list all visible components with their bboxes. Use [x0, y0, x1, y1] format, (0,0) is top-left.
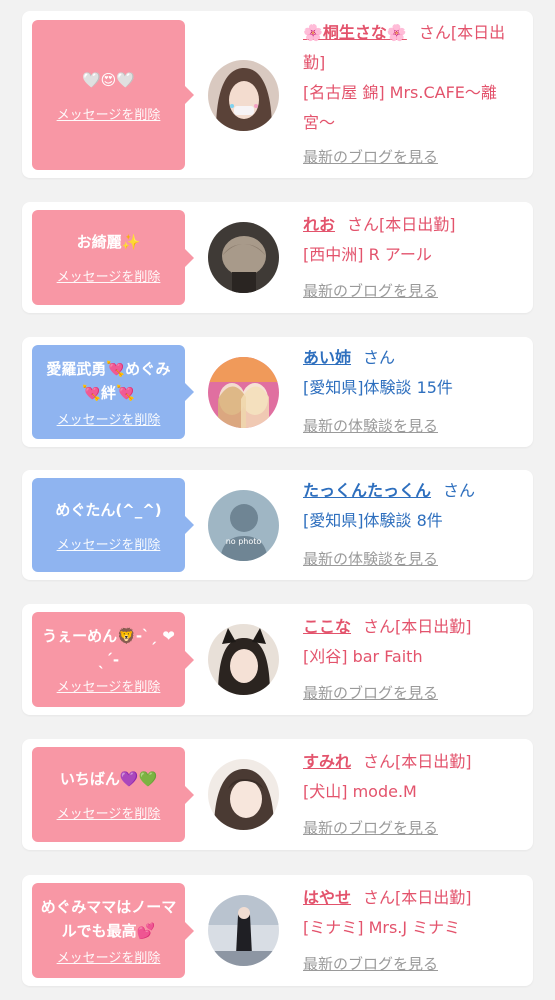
- user-info: れお さん[本日出勤] [西中洲] R アール: [303, 210, 523, 270]
- avatar[interactable]: [208, 624, 279, 695]
- shop-detail[interactable]: [西中洲] R アール: [303, 245, 432, 264]
- message-text: めぐみママはノーマルでも最高💕: [40, 898, 177, 940]
- message-card: お綺麗✨ メッセージを削除 れお さん[本日出勤] [西中洲] R アール 最新の…: [22, 202, 533, 313]
- username-link[interactable]: れお: [303, 215, 335, 234]
- message-bubble: めぐみママはノーマルでも最高💕 メッセージを削除: [32, 883, 194, 978]
- username-link[interactable]: あい姉: [303, 348, 351, 367]
- message-text: うぇーめん🦁-ˋˏ ❤︎ ˎˊ-: [42, 627, 175, 669]
- user-info: はやせ さん[本日出勤] [ミナミ] Mrs.J ミナミ: [303, 883, 523, 943]
- message-card: めぐみママはノーマルでも最高💕 メッセージを削除 はやせ さん[本日出勤] [ミナ…: [22, 875, 533, 986]
- username-link[interactable]: 🌸桐生さな🌸: [303, 23, 407, 42]
- review-count: [愛知県]体験談 8件: [303, 511, 443, 530]
- message-bubble: いちばん💜💚 メッセージを削除: [32, 747, 194, 842]
- latest-review-link[interactable]: 最新の体験談を見る: [303, 415, 438, 436]
- delete-message-link[interactable]: メッセージを削除: [57, 266, 161, 285]
- username-link[interactable]: すみれ: [303, 752, 351, 771]
- latest-blog-link[interactable]: 最新のブログを見る: [303, 146, 438, 167]
- message-text: いちばん💜💚: [59, 770, 158, 788]
- honorific: さん: [363, 617, 396, 636]
- user-info: すみれ さん[本日出勤] [犬山] mode.M: [303, 747, 523, 807]
- message-card: 🤍😍🤍 メッセージを削除 🌸桐生さな🌸 さん[本日出勤] [名古屋 錦] Mrs.…: [22, 11, 533, 178]
- username-link[interactable]: ここな: [303, 617, 351, 636]
- user-info: あい姉 さん [愛知県]体験談 15件: [303, 343, 523, 403]
- message-text: 愛羅武勇💘めぐみ💘絆💘: [46, 359, 171, 402]
- honorific: さん: [418, 23, 451, 42]
- message-card: うぇーめん🦁-ˋˏ ❤︎ ˎˊ- メッセージを削除 ここな さん[本日出勤] [刈…: [22, 604, 533, 715]
- delete-message-link[interactable]: メッセージを削除: [57, 947, 161, 966]
- delete-message-link[interactable]: メッセージを削除: [57, 534, 161, 553]
- latest-blog-link[interactable]: 最新のブログを見る: [303, 280, 438, 301]
- work-status: [本日出勤]: [395, 617, 472, 636]
- message-card: いちばん💜💚 メッセージを削除 すみれ さん[本日出勤] [犬山] mode.M …: [22, 739, 533, 850]
- shop-detail[interactable]: [犬山] mode.M: [303, 782, 417, 801]
- message-card: めぐたん(^_^) メッセージを削除 no photo たっくんたっくん さん […: [22, 470, 533, 580]
- honorific: さん: [363, 348, 396, 367]
- user-info: ここな さん[本日出勤] [刈谷] bar Faith: [303, 612, 523, 672]
- user-info: たっくんたっくん さん [愛知県]体験談 8件: [303, 476, 523, 536]
- latest-blog-link[interactable]: 最新のブログを見る: [303, 953, 438, 974]
- latest-review-link[interactable]: 最新の体験談を見る: [303, 548, 438, 569]
- shop-detail[interactable]: [刈谷] bar Faith: [303, 647, 423, 666]
- work-status: [本日出勤]: [379, 215, 456, 234]
- message-text: お綺麗✨: [76, 233, 141, 251]
- latest-blog-link[interactable]: 最新のブログを見る: [303, 682, 438, 703]
- review-count: [愛知県]体験談 15件: [303, 378, 453, 397]
- user-info: 🌸桐生さな🌸 さん[本日出勤] [名古屋 錦] Mrs.CAFE〜離宮〜: [303, 18, 523, 138]
- honorific: さん: [363, 888, 396, 907]
- avatar[interactable]: [208, 759, 279, 830]
- honorific: さん: [347, 215, 380, 234]
- avatar[interactable]: [208, 357, 279, 428]
- message-bubble: うぇーめん🦁-ˋˏ ❤︎ ˎˊ- メッセージを削除: [32, 612, 194, 707]
- message-text: 🤍😍🤍: [82, 70, 135, 89]
- delete-message-link[interactable]: メッセージを削除: [57, 104, 161, 123]
- honorific: さん: [363, 752, 396, 771]
- username-link[interactable]: はやせ: [303, 888, 351, 907]
- delete-message-link[interactable]: メッセージを削除: [57, 409, 161, 428]
- shop-detail[interactable]: [名古屋 錦] Mrs.CAFE〜離宮〜: [303, 83, 497, 132]
- message-card: 愛羅武勇💘めぐみ💘絆💘 メッセージを削除 あい姉 さん [愛知県]体験談 15件 …: [22, 337, 533, 447]
- honorific: さん: [443, 481, 476, 500]
- avatar[interactable]: [208, 895, 279, 966]
- shop-detail[interactable]: [ミナミ] Mrs.J ミナミ: [303, 918, 460, 937]
- work-status: [本日出勤]: [395, 888, 472, 907]
- message-bubble: 🤍😍🤍 メッセージを削除: [32, 20, 194, 170]
- message-bubble: めぐたん(^_^) メッセージを削除: [32, 478, 194, 572]
- message-bubble: お綺麗✨ メッセージを削除: [32, 210, 194, 305]
- delete-message-link[interactable]: メッセージを削除: [57, 803, 161, 822]
- message-text: めぐたん(^_^): [55, 500, 162, 519]
- avatar[interactable]: no photo: [208, 490, 279, 561]
- username-link[interactable]: たっくんたっくん: [303, 481, 431, 500]
- work-status: [本日出勤]: [395, 752, 472, 771]
- no-photo-label: no photo: [226, 537, 262, 546]
- avatar[interactable]: [208, 60, 279, 131]
- message-bubble: 愛羅武勇💘めぐみ💘絆💘 メッセージを削除: [32, 345, 194, 439]
- avatar[interactable]: [208, 222, 279, 293]
- delete-message-link[interactable]: メッセージを削除: [57, 676, 161, 695]
- latest-blog-link[interactable]: 最新のブログを見る: [303, 817, 438, 838]
